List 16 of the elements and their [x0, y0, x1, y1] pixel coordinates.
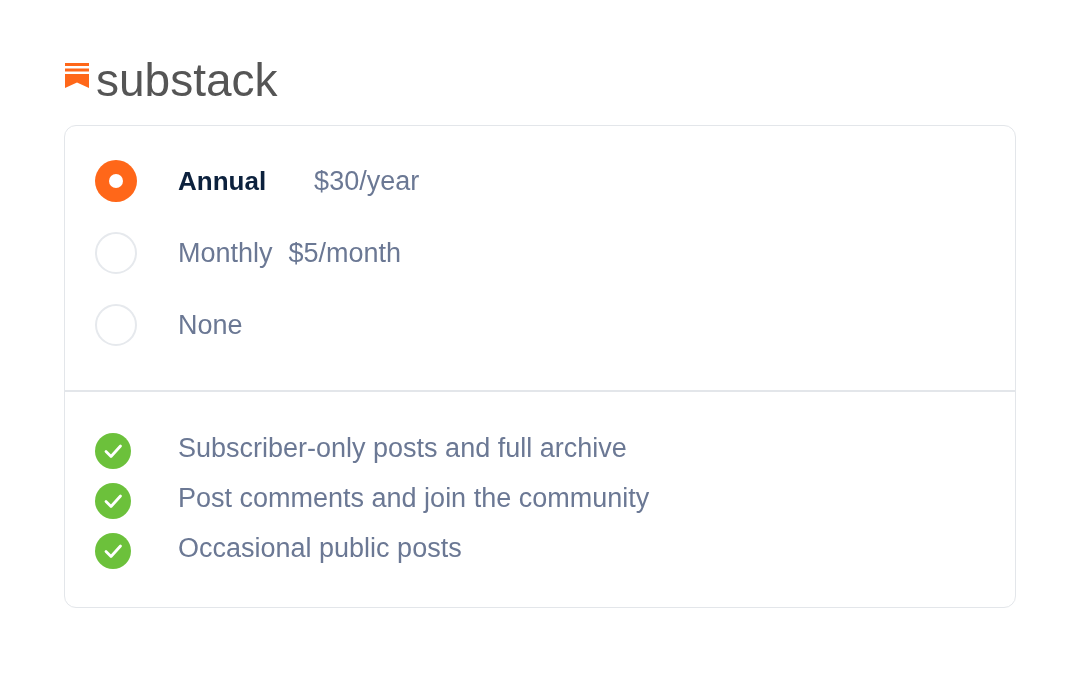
plan-price: $5/month	[288, 237, 402, 269]
radio-button[interactable]	[95, 160, 137, 202]
logo-wordmark: substack	[96, 57, 278, 103]
benefit-text: Subscriber-only posts and full archive	[178, 432, 627, 464]
benefit-text: Occasional public posts	[178, 532, 462, 564]
plan-name: Monthly	[178, 237, 273, 269]
benefit-text: Post comments and join the community	[178, 482, 650, 514]
check-icon	[95, 532, 131, 569]
radio-button[interactable]	[95, 232, 137, 274]
plan-price: $30/year	[314, 165, 420, 197]
check-icon	[95, 432, 131, 469]
radio-button[interactable]	[95, 304, 137, 346]
plan-name: None	[178, 309, 243, 341]
plan-name: Annual	[178, 165, 267, 197]
check-icon	[95, 482, 131, 519]
bookmark-icon	[65, 63, 89, 88]
